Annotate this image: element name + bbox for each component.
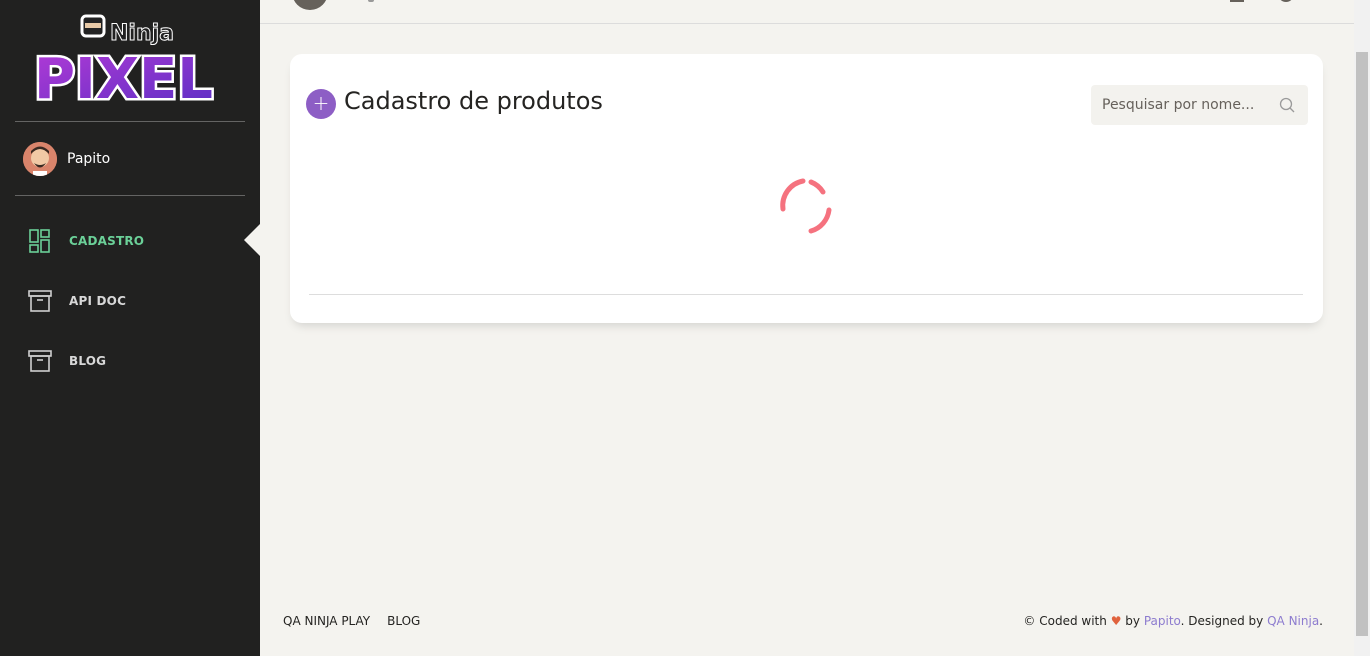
add-product-button[interactable]: +	[306, 89, 336, 119]
author-link[interactable]: Papito	[1144, 614, 1181, 628]
navbar-icon[interactable]	[1230, 0, 1244, 2]
footer-link-qa-ninja-play[interactable]: QA NINJA PLAY	[283, 614, 370, 628]
page-title: Cadastro de produtos	[344, 87, 603, 115]
sidebar-item-label: CADASTRO	[69, 234, 145, 248]
navbar-icon[interactable]	[1278, 0, 1294, 2]
top-navbar	[260, 0, 1354, 24]
sidebar-item-blog[interactable]: BLOG	[28, 349, 106, 373]
footer-link-blog[interactable]: BLOG	[387, 614, 420, 628]
search-icon[interactable]	[1279, 97, 1295, 113]
search-input[interactable]	[1091, 85, 1271, 125]
copyright-designed-by: . Designed by	[1180, 614, 1264, 628]
user-profile[interactable]: Papito	[23, 142, 110, 176]
logo-text-bottom: PIXEL	[34, 47, 213, 110]
search-box	[1091, 85, 1308, 125]
sidebar-item-label: API DOC	[69, 294, 127, 308]
sidebar-item-label: BLOG	[69, 354, 107, 368]
avatar	[23, 142, 57, 176]
products-card: + Cadastro de produtos	[290, 54, 1323, 323]
dashboard-grid-icon	[29, 229, 50, 253]
ninja-pixel-logo[interactable]: Ninja PIXEL	[30, 10, 230, 110]
sidebar: Ninja PIXEL Papito CADASTRO API DOC BLOG	[0, 0, 260, 656]
copyright-end: .	[1319, 614, 1323, 628]
sidebar-item-api-doc[interactable]: API DOC	[28, 289, 126, 313]
card-divider	[309, 294, 1303, 295]
active-item-caret	[244, 224, 260, 256]
sidebar-divider	[15, 195, 245, 196]
sidebar-item-cadastro[interactable]: CADASTRO	[28, 229, 144, 253]
footer: QA NINJA PLAY BLOG © Coded with ♥ by Pap…	[260, 612, 1354, 632]
footer-nav: QA NINJA PLAY BLOG	[283, 614, 420, 628]
navbar-toggle-button[interactable]	[292, 0, 328, 10]
archive-box-icon	[28, 350, 52, 372]
user-name: Papito	[67, 151, 111, 167]
archive-box-icon	[28, 290, 52, 312]
designer-link[interactable]: QA Ninja	[1267, 614, 1319, 628]
scrollbar-thumb[interactable]	[1356, 52, 1368, 636]
copyright: © Coded with ♥ by Papito. Designed by QA…	[1023, 614, 1323, 628]
spinner-icon	[780, 178, 832, 234]
heart-icon: ♥	[1110, 614, 1122, 628]
navbar-brand-fragment	[368, 0, 374, 2]
copyright-prefix: © Coded with	[1023, 614, 1107, 628]
scrollbar[interactable]	[1354, 0, 1370, 656]
logo-text-top: Ninja	[110, 21, 174, 46]
copyright-by: by	[1125, 614, 1140, 628]
sidebar-divider	[15, 121, 245, 122]
